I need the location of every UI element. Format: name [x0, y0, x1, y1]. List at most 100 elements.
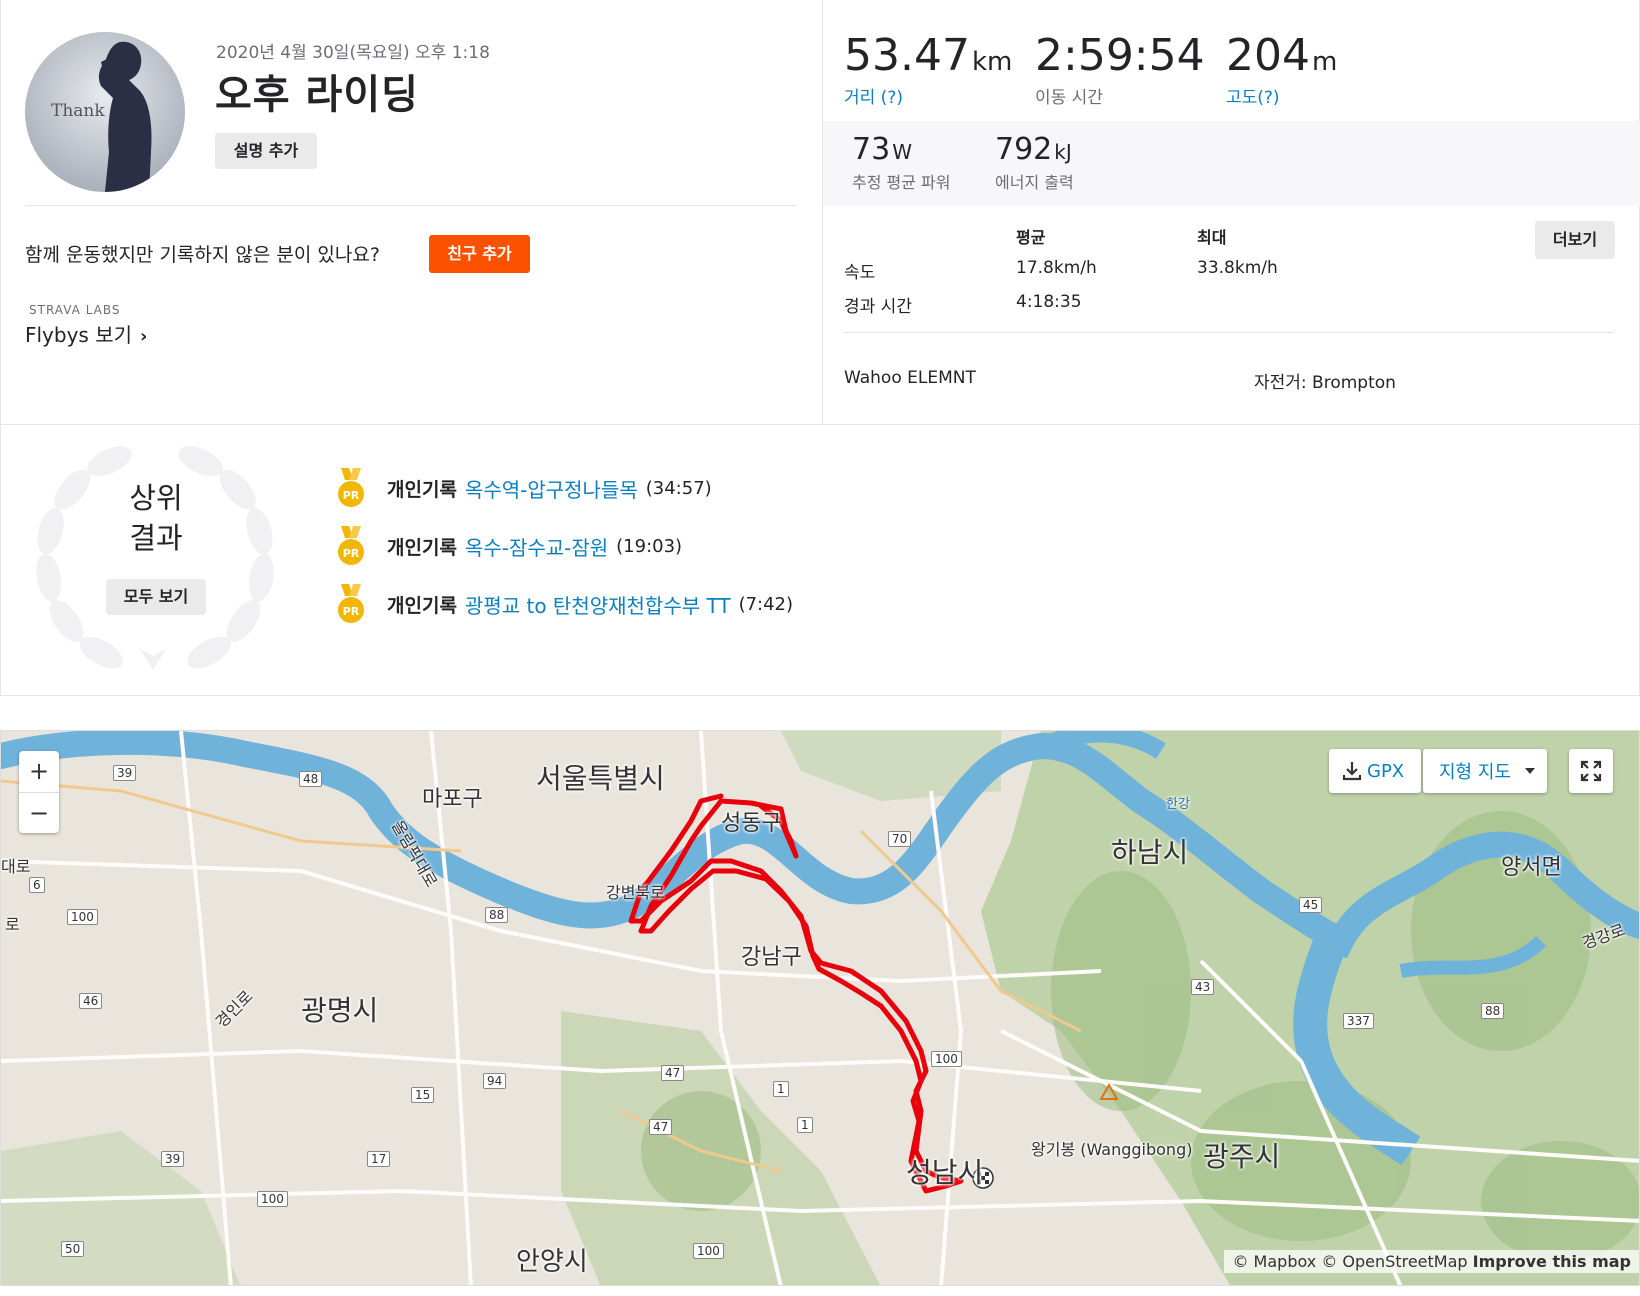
activity-date: 2020년 4월 30일(목요일) 오후 1:18 [216, 43, 490, 63]
map-label-seoul: 서울특별시 [536, 762, 665, 795]
elevation-unit: m [1311, 47, 1338, 77]
svg-text:PR: PR [343, 605, 360, 618]
road-shield: 88 [485, 907, 509, 923]
map-label-gwangju: 광주시 [1203, 1140, 1281, 1173]
stat-energy: 792 kJ 에너지 출력 [995, 132, 1074, 193]
speed-max: 33.8km/h [1197, 258, 1278, 278]
activity-header: Thank 2020년 4월 30일(목요일) 오후 1:18 오후 라이딩 설… [1, 0, 823, 424]
power-value: 73 [852, 132, 891, 167]
fullscreen-icon [1580, 760, 1602, 782]
road-shield: 47 [661, 1065, 685, 1081]
achievement-kind: 개인기록 [387, 594, 457, 617]
road-shield: 100 [257, 1191, 288, 1207]
zoom-in-button[interactable]: + [19, 751, 59, 792]
road-shield: 100 [67, 909, 98, 925]
energy-value: 792 [995, 132, 1053, 167]
divider [25, 205, 797, 206]
fullscreen-button[interactable] [1569, 749, 1613, 793]
gpx-download-button[interactable]: GPX [1329, 749, 1421, 793]
improve-map-link[interactable]: Improve this map [1473, 1252, 1631, 1271]
flybys-link[interactable]: Flybys 보기 › [25, 319, 147, 348]
svg-text:PR: PR [343, 547, 360, 560]
pr-medal-icon: PR [338, 468, 364, 507]
map-attribution: © Mapbox © OpenStreetMap Improve this ma… [1224, 1250, 1639, 1273]
strava-labs-label: STRAVA LABS [29, 303, 121, 317]
stat-moving-time: 2:59:54 이동 시간 [1035, 30, 1205, 108]
road-shield: 50 [61, 1241, 85, 1257]
road-shield: 17 [367, 1151, 391, 1167]
speed-label: 속도 [844, 263, 876, 283]
distance-label-link[interactable]: 거리 (?) [844, 83, 1012, 108]
device-name: Wahoo ELEMNT [844, 368, 976, 388]
avatar-image: Thank [25, 32, 185, 192]
road-shield: 1 [773, 1081, 789, 1097]
road-shield: 43 [1191, 979, 1215, 995]
moving-time-value: 2:59:54 [1035, 30, 1205, 81]
friends-question: 함께 운동했지만 기록하지 않은 분이 있나요? [25, 244, 380, 266]
stat-elevation: 204m 고도(?) [1226, 30, 1337, 108]
activity-title: 오후 라이딩 [215, 72, 419, 118]
route-map[interactable]: 서울특별시 마포구 성동구 강남구 하남시 광명시 성남시 광주시 양서면 안양… [0, 730, 1640, 1286]
add-description-button[interactable]: 설명 추가 [215, 133, 317, 169]
road-shield: 94 [483, 1073, 507, 1089]
add-friend-button[interactable]: 친구 추가 [429, 235, 530, 273]
road-shield: 88 [1481, 1003, 1505, 1019]
see-all-button[interactable]: 모두 보기 [106, 579, 206, 615]
zoom-control: + − [19, 751, 59, 833]
road-shield: 47 [649, 1119, 673, 1135]
map-type-dropdown[interactable]: 지형 지도 [1423, 749, 1547, 793]
road-shield: 45 [1299, 897, 1323, 913]
achievement-item: PR 개인기록 옥수역-압구정나들목 (34:57) [337, 468, 712, 508]
power-unit: W [892, 140, 912, 164]
pr-medal-icon: PR [338, 584, 364, 623]
road-shield: 6 [29, 877, 45, 893]
map-label-seongnam: 성남시 [906, 1156, 984, 1189]
power-label: 추정 평균 파워 [852, 173, 951, 192]
road-shield: 70 [888, 831, 912, 847]
athlete-avatar[interactable]: Thank [25, 32, 185, 192]
caret-down-icon [1524, 768, 1535, 774]
elevation-label-link[interactable]: 고도(?) [1226, 83, 1337, 108]
zoom-out-button[interactable]: − [19, 793, 59, 834]
achievement-item: PR 개인기록 광평교 to 탄천양재천합수부 TT (7:42) [337, 584, 793, 624]
road-shield: 1 [797, 1117, 813, 1133]
speed-average: 17.8km/h [1016, 258, 1097, 278]
top-results-title: 상위 결과 [101, 478, 211, 558]
column-header-max: 최대 [1197, 228, 1227, 247]
achievement-item: PR 개인기록 옥수-잠수교-잠원 (19:03) [337, 526, 682, 566]
distance-value: 53.47 [844, 30, 970, 81]
segment-time: (34:57) [645, 477, 712, 499]
road-shield: 100 [693, 1243, 724, 1259]
flybys-label: Flybys 보기 [25, 323, 133, 347]
mapbox-attribution-link[interactable]: © Mapbox [1232, 1252, 1316, 1271]
chevron-right-icon: › [140, 326, 148, 347]
laurel-wreath-icon [36, 446, 274, 670]
achievement-kind: 개인기록 [387, 478, 457, 501]
top-results-title-line2: 결과 [129, 521, 183, 555]
road-shield: 39 [161, 1151, 185, 1167]
segment-link[interactable]: 광평교 to 탄천양재천합수부 TT [465, 590, 731, 619]
stat-distance: 53.47km 거리 (?) [844, 30, 1012, 108]
top-results-title-line1: 상위 [129, 481, 183, 515]
segment-link[interactable]: 옥수-잠수교-잠원 [465, 532, 608, 561]
column-header-average: 평균 [1016, 228, 1046, 247]
map-label-anyang: 안양시 [516, 1247, 588, 1277]
road-shield: 46 [79, 993, 103, 1009]
moving-time-label: 이동 시간 [1035, 88, 1103, 108]
gpx-label: GPX [1367, 760, 1405, 782]
map-label-wanggibong: 왕기봉 (Wanggibong) [1031, 1140, 1193, 1159]
elapsed-time-label: 경과 시간 [844, 297, 912, 317]
bike-name: 자전거: Brompton [1254, 373, 1396, 393]
map-label-hanam: 하남시 [1111, 836, 1189, 869]
map-label-daero: 대로 [1, 857, 31, 876]
road-shield: 337 [1343, 1013, 1374, 1029]
osm-attribution-link[interactable]: © OpenStreetMap [1321, 1252, 1467, 1271]
segment-link[interactable]: 옥수역-압구정나들목 [465, 474, 638, 503]
achievement-kind: 개인기록 [387, 536, 457, 559]
download-icon [1342, 762, 1362, 781]
more-button[interactable]: 더보기 [1535, 221, 1615, 259]
energy-label: 에너지 출력 [995, 173, 1074, 192]
segment-time: (7:42) [738, 593, 794, 615]
road-shield: 39 [113, 765, 137, 781]
map-type-label: 지형 지도 [1439, 762, 1511, 783]
